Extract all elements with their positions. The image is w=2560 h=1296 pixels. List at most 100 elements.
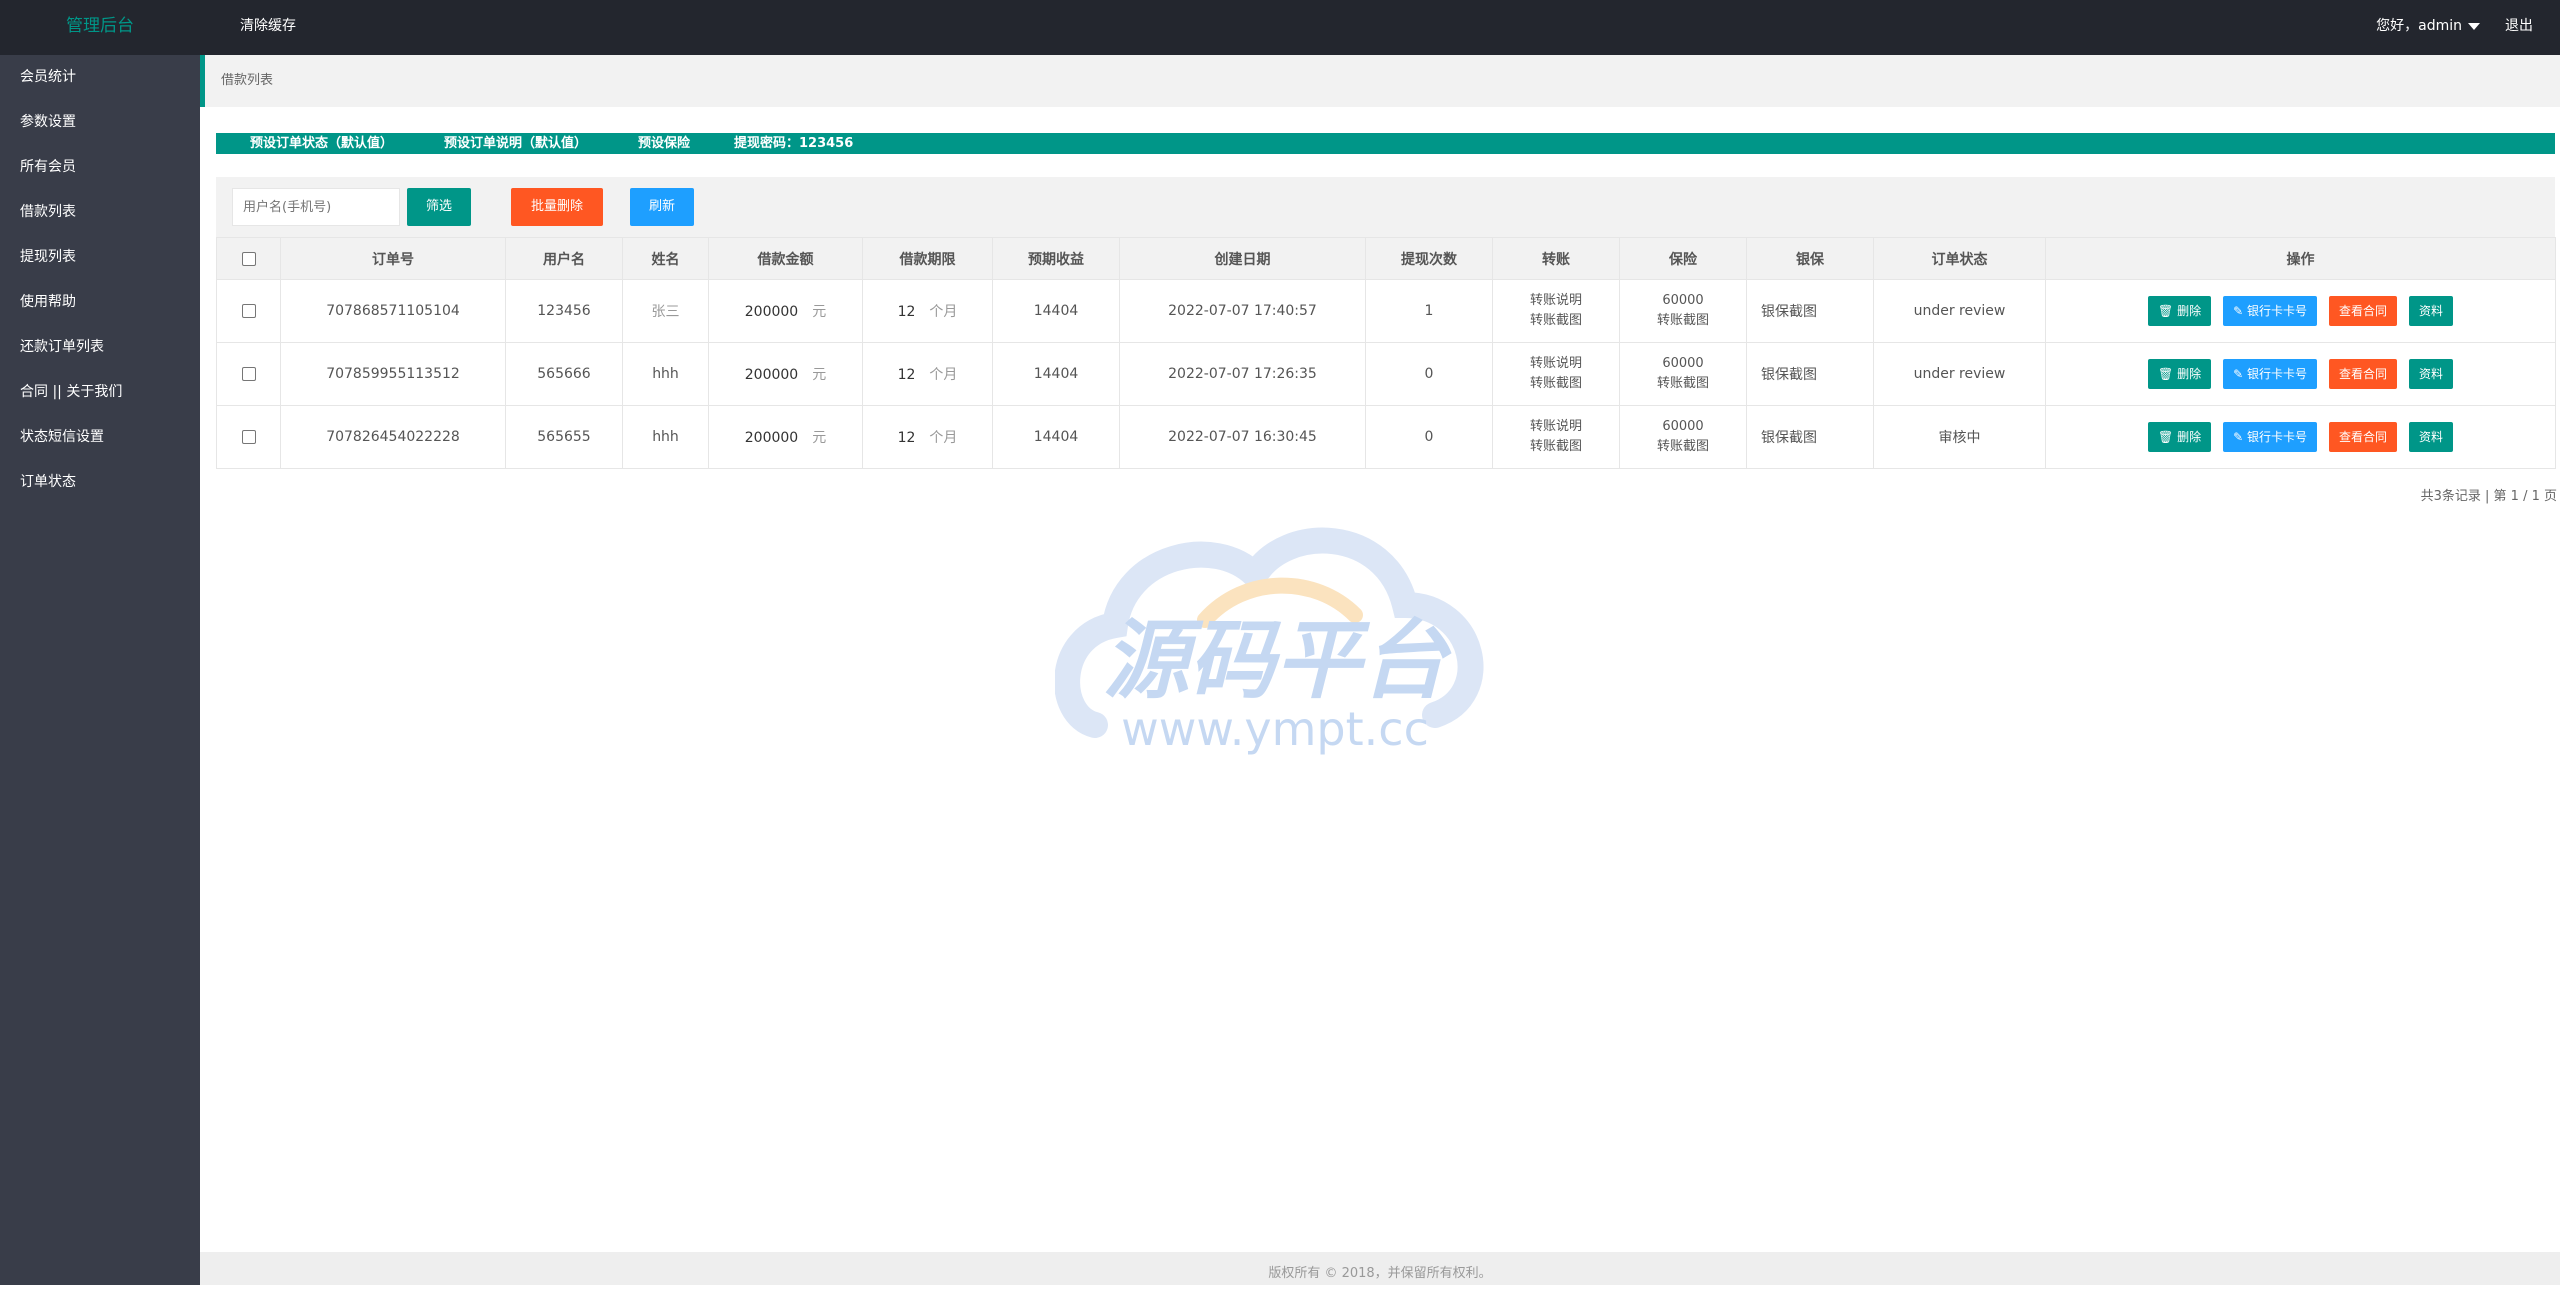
preset-status-link[interactable]: 预设订单状态（默认值） — [250, 133, 393, 154]
footer: 版权所有 © 2018，并保留所有权利。 — [200, 1252, 2560, 1285]
withdraw-count: 1 — [1365, 279, 1493, 343]
top-header: 管理后台 清除缓存 您好，admin 退出 — [0, 0, 2560, 55]
bank-insurance-link[interactable]: 银保截图 — [1746, 279, 1874, 343]
term-value: 12 — [897, 367, 916, 383]
table-row: 707859955113512 565666 hhh 200000 元 12 个月 … — [216, 342, 2556, 406]
transfer-note-link[interactable]: 转账说明 — [1494, 354, 1618, 374]
view-contract-button[interactable]: 查看合同 — [2328, 422, 2397, 452]
logout-link[interactable]: 退出 — [2505, 0, 2533, 55]
pagination-info: 共3条记录 | 第 1 / 1 页 — [2420, 489, 2557, 504]
col-header: 提现次数 — [1365, 237, 1493, 280]
order-id: 707859955113512 — [280, 342, 506, 406]
withdraw-password: 提现密码：123456 — [734, 136, 854, 151]
order-id: 707826454022228 — [280, 405, 506, 469]
col-header: 银保 — [1746, 237, 1874, 280]
transfer-screenshot-link[interactable]: 转账截图 — [1494, 437, 1618, 457]
insurance-screenshot-link[interactable]: 转账截图 — [1621, 437, 1745, 457]
filter-area: 筛选 批量删除 刷新 — [216, 177, 2555, 237]
insurance-amount: 60000 — [1662, 293, 1704, 308]
insurance-screenshot-link[interactable]: 转账截图 — [1621, 311, 1745, 331]
app-logo[interactable]: 管理后台 — [0, 0, 200, 55]
sidebar-item-contract[interactable]: 合同 || 关于我们 — [0, 370, 200, 415]
amount-cell: 200000 元 — [708, 405, 863, 469]
preset-desc-link[interactable]: 预设订单说明（默认值） — [444, 133, 587, 154]
edit-icon: ✎ — [2233, 430, 2247, 444]
col-header: 订单号 — [280, 237, 506, 280]
term-value: 12 — [897, 304, 916, 320]
actions-cell: 🗑 删除 ✎ 银行卡卡号 查看合同 资料 — [2045, 342, 2556, 406]
view-contract-button[interactable]: 查看合同 — [2328, 359, 2397, 389]
col-header: 保险 — [1619, 237, 1747, 280]
delete-button[interactable]: 🗑 删除 — [2148, 296, 2212, 326]
sidebar-item-withdrawals[interactable]: 提现列表 — [0, 235, 200, 280]
term-unit: 个月 — [929, 304, 958, 320]
refresh-button[interactable]: 刷新 — [630, 188, 694, 226]
delete-button[interactable]: 🗑 删除 — [2148, 359, 2212, 389]
info-button[interactable]: 资料 — [2408, 359, 2453, 389]
sidebar-item-members[interactable]: 所有会员 — [0, 145, 200, 190]
search-input[interactable] — [232, 188, 400, 226]
term-cell: 12 个月 — [862, 342, 993, 406]
bank-insurance-link[interactable]: 银保截图 — [1746, 342, 1874, 406]
sidebar-item-order-status[interactable]: 订单状态 — [0, 460, 200, 505]
created-date: 2022-07-07 16:30:45 — [1119, 405, 1366, 469]
sidebar-item-repayments[interactable]: 还款订单列表 — [0, 325, 200, 370]
sidebar-item-loans[interactable]: 借款列表 — [0, 190, 200, 235]
transfer-screenshot-link[interactable]: 转账截图 — [1494, 311, 1618, 331]
bank-card-button[interactable]: ✎ 银行卡卡号 — [2223, 359, 2317, 389]
sidebar-item-help[interactable]: 使用帮助 — [0, 280, 200, 325]
col-header: 借款期限 — [862, 237, 993, 280]
delete-button[interactable]: 🗑 删除 — [2148, 422, 2212, 452]
caret-down-icon — [2468, 22, 2480, 30]
table-row: 707868571105104 123456 张三 200000 元 12 个月 1… — [216, 279, 2556, 343]
col-header: 订单状态 — [1873, 237, 2046, 280]
amount-unit: 元 — [812, 304, 827, 320]
term-value: 12 — [897, 430, 916, 446]
transfer-cell: 转账说明 转账截图 — [1492, 342, 1620, 406]
transfer-note-link[interactable]: 转账说明 — [1494, 291, 1618, 311]
insurance-screenshot-link[interactable]: 转账截图 — [1621, 374, 1745, 394]
cloud-icon — [1055, 527, 1484, 738]
row-checkbox[interactable] — [241, 367, 256, 381]
sidebar-item-sms[interactable]: 状态短信设置 — [0, 415, 200, 460]
delete-label: 删除 — [2177, 304, 2202, 318]
select-all-checkbox[interactable] — [241, 251, 256, 266]
preset-bar: 预设订单状态（默认值） 预设订单说明（默认值） 预设保险 提现密码：123456 — [216, 133, 2555, 154]
row-checkbox[interactable] — [241, 304, 256, 318]
col-header: 姓名 — [622, 237, 709, 280]
watermark-logo: 源码平台 www.ympt.cc — [1055, 527, 1484, 756]
col-header: 预期收益 — [992, 237, 1120, 280]
actions-cell: 🗑 删除 ✎ 银行卡卡号 查看合同 资料 — [2045, 279, 2556, 343]
username: 565666 — [505, 342, 623, 406]
bank-insurance-link[interactable]: 银保截图 — [1746, 405, 1874, 469]
user-menu[interactable]: 您好，admin — [2376, 0, 2480, 55]
amount-value: 200000 — [744, 367, 799, 383]
username: 123456 — [505, 279, 623, 343]
trash-icon: 🗑 — [2158, 304, 2178, 318]
transfer-note-link[interactable]: 转账说明 — [1494, 417, 1618, 437]
bank-card-button[interactable]: ✎ 银行卡卡号 — [2223, 296, 2317, 326]
bank-card-button[interactable]: ✎ 银行卡卡号 — [2223, 422, 2317, 452]
delete-label: 删除 — [2177, 367, 2202, 381]
clear-cache-link[interactable]: 清除缓存 — [240, 0, 296, 55]
preset-insurance-link[interactable]: 预设保险 — [638, 133, 690, 154]
term-unit: 个月 — [929, 367, 958, 383]
col-header: 操作 — [2045, 237, 2556, 280]
transfer-cell: 转账说明 转账截图 — [1492, 279, 1620, 343]
sidebar-item-settings[interactable]: 参数设置 — [0, 100, 200, 145]
view-contract-button[interactable]: 查看合同 — [2328, 296, 2397, 326]
withdraw-count: 0 — [1365, 342, 1493, 406]
real-name: hhh — [622, 342, 709, 406]
table-header-row: 订单号 用户名 姓名 借款金额 借款期限 预期收益 创建日期 提现次数 转账 保… — [216, 237, 2556, 280]
trash-icon: 🗑 — [2158, 430, 2178, 444]
row-checkbox[interactable] — [241, 430, 256, 444]
sidebar: 会员统计 参数设置 所有会员 借款列表 提现列表 使用帮助 还款订单列表 合同 … — [0, 55, 200, 1285]
filter-button[interactable]: 筛选 — [407, 188, 471, 226]
info-button[interactable]: 资料 — [2408, 296, 2453, 326]
transfer-screenshot-link[interactable]: 转账截图 — [1494, 374, 1618, 394]
insurance-cell: 60000 转账截图 — [1619, 405, 1747, 469]
batch-delete-button[interactable]: 批量删除 — [511, 188, 603, 226]
breadcrumb-label: 借款列表 — [221, 73, 274, 88]
sidebar-item-member-stats[interactable]: 会员统计 — [0, 55, 200, 100]
info-button[interactable]: 资料 — [2408, 422, 2453, 452]
